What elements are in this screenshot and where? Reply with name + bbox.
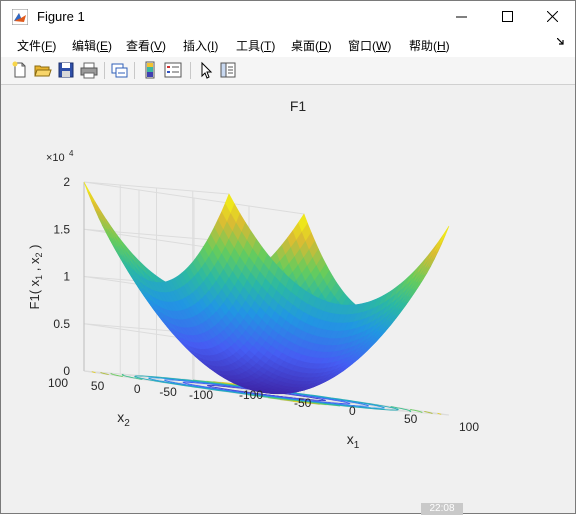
x1-axis-label: x1 [347,431,360,451]
figure-window: Figure 1 文件(F) 编辑(E) 查看(V) 插入(I) 工具(T) 桌… [0,0,576,514]
z-axis-label: F1( x1 , x2 ) [27,245,44,310]
surface-face [440,226,449,243]
link-plot-icon[interactable] [110,61,128,79]
z-tick-label: 1.5 [53,222,70,236]
matlab-app-icon [12,9,28,25]
maximize-button[interactable] [484,1,530,32]
toolbar-separator [104,62,105,79]
z-tick-label: 0.5 [53,317,70,331]
menu-tools[interactable]: 工具(T) [236,37,275,54]
x1-tick-label: -100 [239,388,263,402]
menu-desktop[interactable]: 桌面(D) [291,37,332,54]
print-icon[interactable] [80,61,98,79]
close-button[interactable] [529,1,575,32]
x1-tick-label: 50 [404,412,418,426]
menu-insert[interactable]: 插入(I) [183,37,218,54]
new-figure-icon[interactable] [11,61,29,79]
x2-tick-label: 50 [91,379,105,393]
toolbar-separator [134,62,135,79]
plot-title: F1 [290,98,307,114]
dock-figure-icon[interactable] [557,38,565,46]
x2-tick-label: -100 [189,388,213,402]
x2-tick-label: -50 [159,385,177,399]
window-title: Figure 1 [37,9,85,24]
minimize-icon [456,11,467,22]
x2-tick-label: 0 [134,382,141,396]
z-tick-label: 1 [63,270,70,284]
save-icon[interactable] [57,61,75,79]
toolbar-separator [190,62,191,79]
maximize-icon [502,11,513,22]
minimize-button[interactable] [438,1,484,32]
figure-canvas: 00.511.52×104-100-50050100-100-50050100F… [1,85,575,513]
menu-edit[interactable]: 编辑(E) [72,37,112,54]
z-tick-label: 2 [63,175,70,189]
open-file-icon[interactable] [34,61,52,79]
x2-axis-label: x2 [117,409,130,429]
x1-tick-label: 0 [349,404,356,418]
edit-plot-arrow-icon[interactable] [197,61,215,79]
menu-file[interactable]: 文件(F) [17,37,56,54]
menu-help[interactable]: 帮助(H) [409,37,450,54]
insert-legend-icon[interactable] [164,61,182,79]
taskbar-clock: 22:08 [421,503,463,515]
figure-toolbar [1,57,575,85]
z-exponent-power: 4 [69,149,74,158]
menu-window[interactable]: 窗口(W) [348,37,391,54]
close-icon [547,11,558,22]
title-bar: Figure 1 [1,1,575,32]
x1-tick-label: -50 [294,396,312,410]
property-inspector-icon[interactable] [219,61,237,79]
menu-bar: 文件(F) 编辑(E) 查看(V) 插入(I) 工具(T) 桌面(D) 窗口(W… [1,32,575,57]
x2-tick-label: 100 [48,376,68,390]
z-exponent-label: ×10 [46,152,65,164]
insert-colorbar-icon[interactable] [141,61,159,79]
x1-tick-label: 100 [459,420,479,434]
surface-plot[interactable]: 00.511.52×104-100-50050100-100-50050100F… [1,85,575,513]
menu-view[interactable]: 查看(V) [126,37,166,54]
